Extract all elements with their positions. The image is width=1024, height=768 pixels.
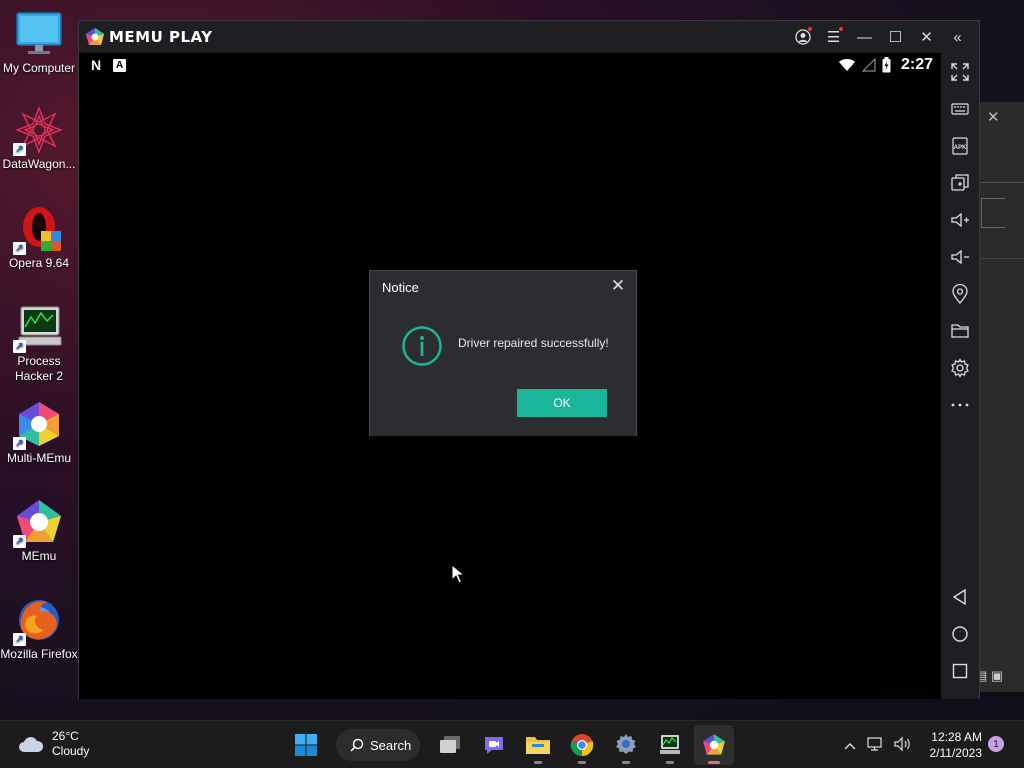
folder-icon[interactable] xyxy=(941,312,979,349)
weather-temp: 26°C xyxy=(52,729,79,743)
close-icon[interactable]: ✕ xyxy=(987,108,1000,126)
teams-chat-button[interactable] xyxy=(474,725,514,765)
volume-icon[interactable] xyxy=(894,736,912,755)
task-view-icon xyxy=(440,736,460,753)
taskbar-clock[interactable]: 12:28 AM 2/11/2023 xyxy=(924,729,983,761)
desktop-icon-label: Process Hacker 2 xyxy=(14,354,64,383)
notification-a-icon: A xyxy=(113,58,127,72)
desktop-icon-datawagon[interactable]: ↗ DataWagon... xyxy=(0,105,78,172)
input-box[interactable] xyxy=(981,198,1005,228)
emulator-window: MEMU PLAY ☰ — ☐ ✕ « N A 2:27 Notice ✕ Dr… xyxy=(78,20,980,699)
desktop-icon-memu[interactable]: ↗ MEmu xyxy=(0,498,78,564)
process-hacker-icon: ↗ xyxy=(13,303,63,353)
windows-icon xyxy=(295,734,317,756)
android-clock: 2:27 xyxy=(900,56,933,73)
network-icon[interactable] xyxy=(866,736,884,755)
memu-icon xyxy=(703,734,725,755)
multi-memu-icon: ↗ xyxy=(13,400,63,450)
divider xyxy=(981,258,1024,259)
cell-signal-icon xyxy=(861,58,876,72)
svg-text:APK: APK xyxy=(954,145,967,151)
home-icon[interactable] xyxy=(941,615,979,652)
settings-icon[interactable] xyxy=(941,349,979,386)
search-icon xyxy=(350,738,364,752)
taskbar-search[interactable]: Search xyxy=(336,729,420,761)
memu-icon: ↗ xyxy=(13,498,63,548)
desktop-icon-multi-memu[interactable]: ↗ Multi-MEmu xyxy=(0,400,78,466)
search-label: Search xyxy=(370,737,412,753)
mouse-cursor-icon xyxy=(451,564,465,584)
account-icon[interactable] xyxy=(787,21,818,53)
memu-taskbar-button[interactable] xyxy=(694,725,734,765)
wifi-icon xyxy=(838,59,855,71)
android-status-bar: N A 2:27 xyxy=(79,53,941,77)
dialog-close-icon[interactable]: ✕ xyxy=(608,276,628,296)
desktop-icon-label: DataWagon... xyxy=(2,157,76,171)
notice-dialog: Notice ✕ Driver repaired successfully! O… xyxy=(369,270,637,436)
chrome-icon xyxy=(570,734,594,757)
emulator-sidebar: APK xyxy=(941,53,979,699)
clock-date: 2/11/2023 xyxy=(929,746,983,760)
maximize-icon[interactable]: ☐ xyxy=(880,21,911,53)
start-button[interactable] xyxy=(286,725,326,765)
memu-logo: MEMU PLAY xyxy=(85,27,213,47)
task-view-button[interactable] xyxy=(430,725,470,765)
taskbar: 26°C Cloudy Search 12:28 AM 2/11/2023 1 xyxy=(0,720,1024,768)
folder-icon xyxy=(526,737,550,754)
desktop-icon-firefox[interactable]: ↗ Mozilla Firefox xyxy=(0,596,78,662)
clock-time: 12:28 AM xyxy=(931,730,982,744)
opera-icon: ↗ xyxy=(13,205,63,255)
weather-widget[interactable]: 26°C Cloudy xyxy=(18,729,89,759)
app-title: MEMU PLAY xyxy=(109,28,213,46)
close-icon[interactable]: ✕ xyxy=(911,21,942,53)
notification-badge[interactable]: 1 xyxy=(988,736,1004,752)
battery-icon xyxy=(882,57,891,73)
apk-icon[interactable]: APK xyxy=(941,127,979,164)
back-icon[interactable] xyxy=(941,578,979,615)
dialog-title: Notice xyxy=(382,280,419,295)
process-hacker-icon xyxy=(660,735,680,754)
dialog-message: Driver repaired successfully! xyxy=(458,336,609,350)
desktop-icon-label: Opera 9.64 xyxy=(8,256,70,270)
emulator-titlebar[interactable]: MEMU PLAY ☰ — ☐ ✕ « xyxy=(79,21,979,53)
desktop-icon-opera[interactable]: ↗ Opera 9.64 xyxy=(0,205,78,271)
chevron-up-icon[interactable] xyxy=(844,737,856,753)
weather-desc: Cloudy xyxy=(52,744,90,758)
desktop-icon-label: Multi-MEmu xyxy=(6,451,71,465)
desktop-icon-process-hacker[interactable]: ↗ Process Hacker 2 xyxy=(0,303,78,384)
notification-n-icon: N xyxy=(91,57,102,73)
monitor-icon xyxy=(15,10,63,58)
file-explorer-button[interactable] xyxy=(518,725,558,765)
chat-icon xyxy=(485,737,503,754)
dialog-body: Driver repaired successfully! OK xyxy=(370,302,636,436)
divider xyxy=(981,182,1024,183)
ok-button[interactable]: OK xyxy=(517,389,607,417)
settings-button[interactable] xyxy=(606,725,646,765)
desktop-icon-label: Mozilla Firefox xyxy=(0,647,78,661)
recents-icon[interactable] xyxy=(941,652,979,689)
desktop-icon-my-computer[interactable]: My Computer xyxy=(0,10,78,76)
multi-window-icon[interactable] xyxy=(941,164,979,201)
minimize-icon[interactable]: — xyxy=(849,21,880,53)
volume-down-icon[interactable] xyxy=(941,238,979,275)
collapse-sidebar-icon[interactable]: « xyxy=(942,21,973,53)
fullscreen-icon[interactable] xyxy=(941,53,979,90)
location-icon[interactable] xyxy=(941,275,979,312)
firefox-icon: ↗ xyxy=(13,596,63,646)
volume-up-icon[interactable] xyxy=(941,201,979,238)
datawagon-icon: ↗ xyxy=(13,105,64,156)
chrome-button[interactable] xyxy=(562,725,602,765)
android-screen[interactable]: N A 2:27 Notice ✕ Driver repaired succes… xyxy=(79,53,941,699)
more-icon[interactable] xyxy=(941,386,979,423)
system-tray xyxy=(844,729,912,761)
menu-icon[interactable]: ☰ xyxy=(818,21,849,53)
desktop-icon-label: MEmu xyxy=(21,549,57,563)
settings-icon xyxy=(616,734,636,754)
process-hacker-button[interactable] xyxy=(650,725,690,765)
keyboard-icon[interactable] xyxy=(941,90,979,127)
cloud-icon xyxy=(19,737,44,752)
info-icon xyxy=(402,326,442,366)
desktop-icon-label: My Computer xyxy=(2,61,76,75)
